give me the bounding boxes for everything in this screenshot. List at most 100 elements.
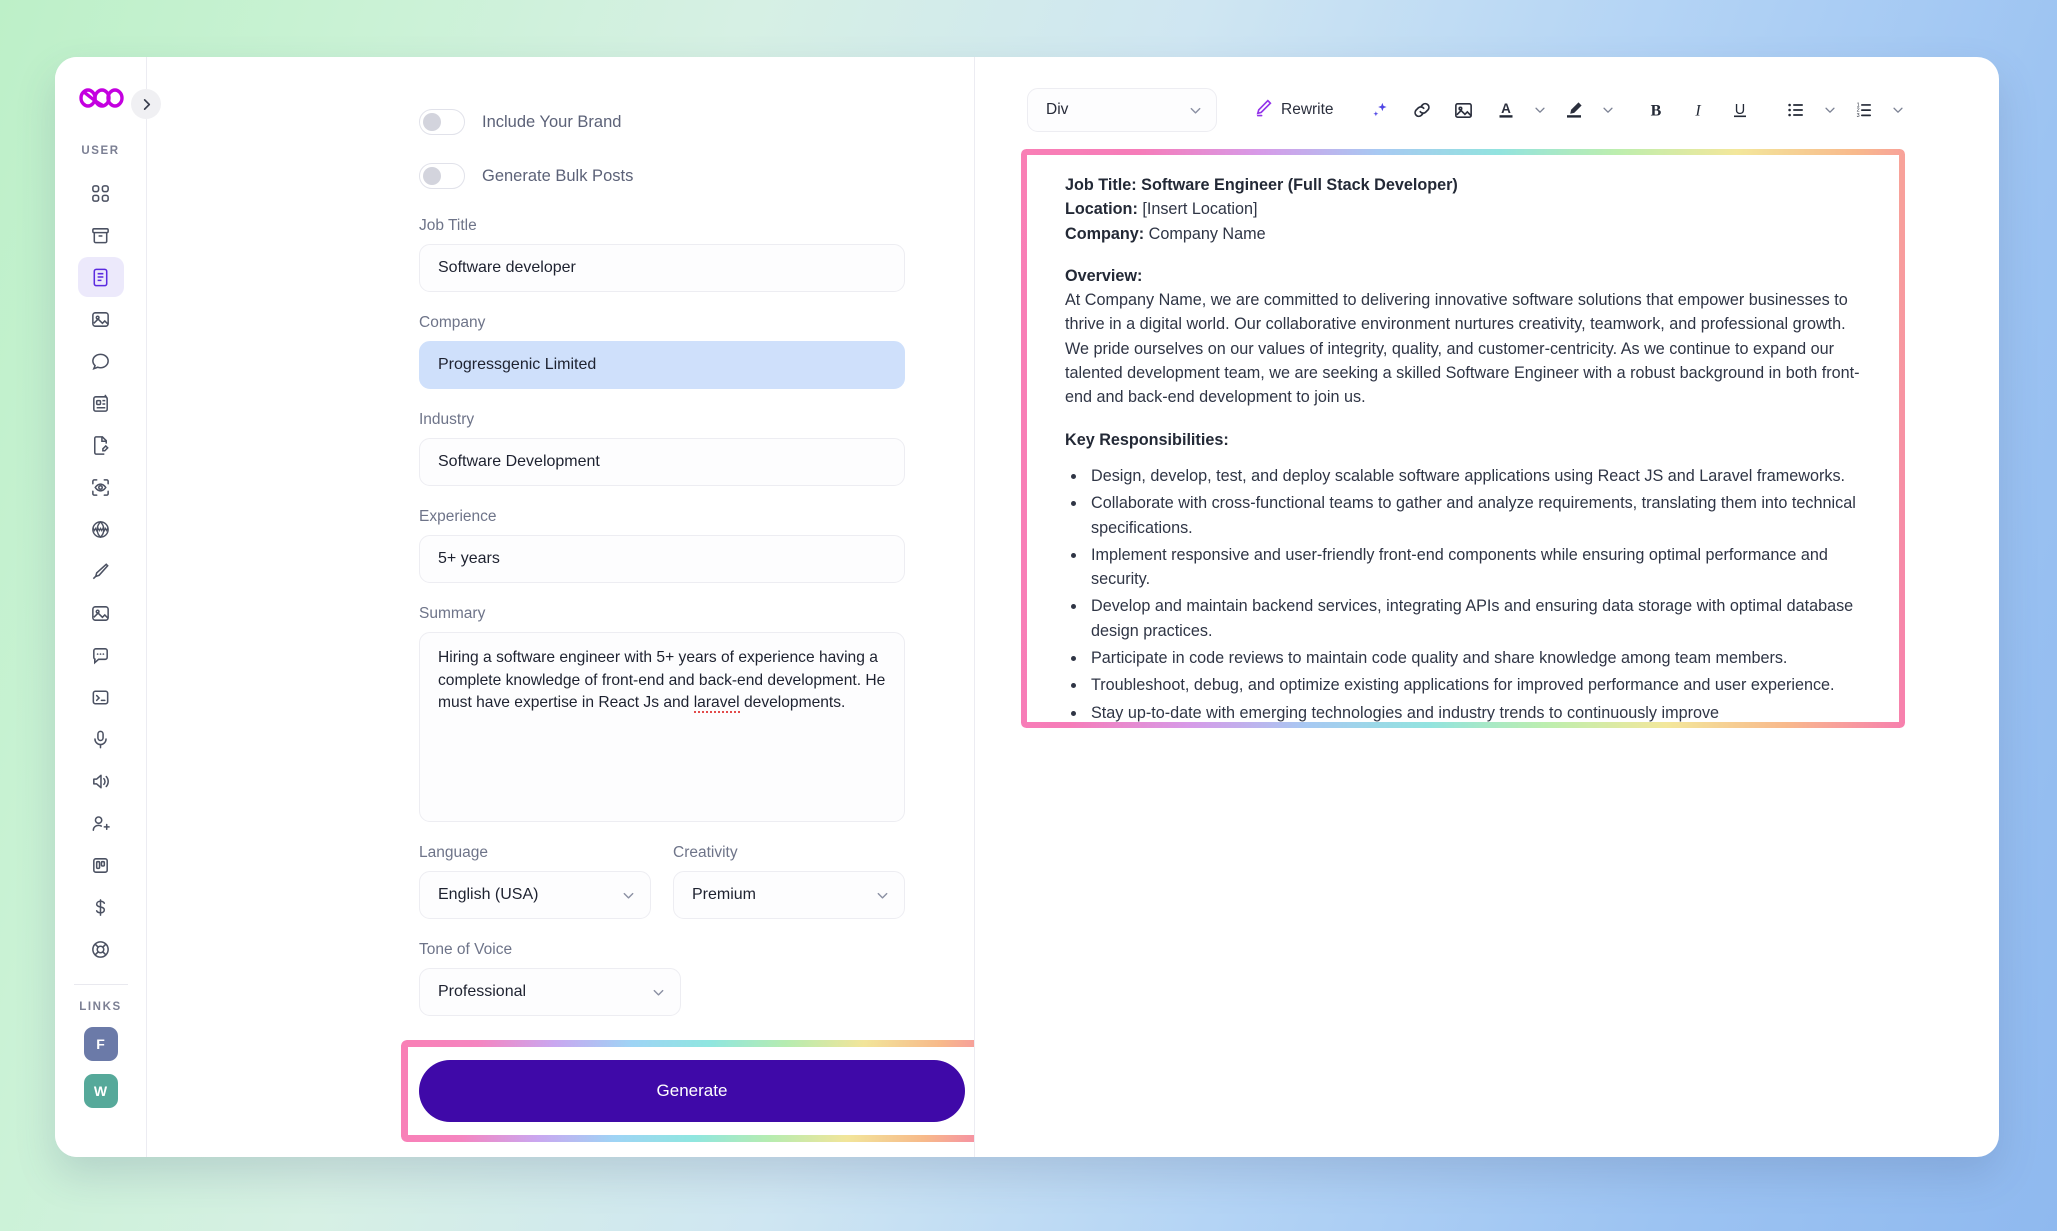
bulk-posts-toggle[interactable] [419,163,465,189]
doc-overview-heading: Overview: [1065,264,1869,288]
company-input[interactable] [419,341,905,389]
doc-company-label: Company: [1065,224,1145,243]
svg-text:WWW: WWW [93,527,109,533]
sidebar-item-templates[interactable] [78,383,124,423]
svg-text:B: B [1650,103,1661,120]
chat-bubble-icon [92,353,109,370]
chevron-down-icon [621,888,636,903]
numbered-list-icon[interactable]: 1 2 3 [1846,90,1882,130]
sidebar-collapse-button[interactable] [131,89,161,119]
block-type-select[interactable]: Div [1027,88,1217,132]
sidebar-item-code[interactable] [78,677,124,717]
industry-input[interactable] [419,438,905,486]
experience-input[interactable] [419,535,905,583]
chevron-down-icon[interactable] [1530,90,1550,130]
language-select[interactable]: English (USA) [419,871,651,919]
doc-location-label: Location: [1065,200,1138,219]
generate-button[interactable]: Generate [419,1060,965,1122]
job-title-label: Job Title [419,217,477,234]
creativity-label: Creativity [673,844,738,861]
sidebar-item-design[interactable] [78,551,124,591]
summary-textarea[interactable]: Hiring a software engineer with 5+ years… [419,632,905,822]
bold-icon[interactable]: B [1638,90,1674,130]
sidebar-item-support[interactable] [78,929,124,969]
include-brand-toggle[interactable] [419,109,465,135]
job-title-input[interactable] [419,244,905,292]
doc-company-value: Company Name [1148,224,1266,243]
www-globe-icon: WWW [92,520,109,538]
document-text-icon [93,268,108,286]
lifebuoy-icon [92,940,109,958]
image-icon [92,311,109,327]
generated-document[interactable]: Job Title: Software Engineer (Full Stack… [1027,155,1899,722]
underline-icon[interactable]: U [1722,90,1758,130]
sidebar-item-archive[interactable] [78,215,124,255]
sidebar-item-audio[interactable] [78,761,124,801]
file-pencil-icon [94,435,109,455]
sidebar-item-billing[interactable] [78,887,124,927]
sidebar-item-comments[interactable] [78,635,124,675]
include-brand-label: Include Your Brand [482,112,622,131]
bulk-posts-label: Generate Bulk Posts [482,166,634,185]
language-group: Language English (USA) [419,844,651,919]
company-group: Company [419,314,905,389]
sidebar-item-vision[interactable] [78,467,124,507]
sidebar-item-gallery[interactable] [78,593,124,633]
summary-label: Summary [419,605,486,622]
chevron-down-icon [1188,103,1203,118]
doc-location-value: [Insert Location] [1142,200,1258,219]
dollar-icon [95,898,106,916]
sidebar-item-images[interactable] [78,299,124,339]
link-icon[interactable] [1404,90,1440,130]
image-icon[interactable] [1446,90,1482,130]
sidebar-item-voice[interactable] [78,719,124,759]
sidebar-item-invite[interactable] [78,803,124,843]
toggle-knob [423,113,441,131]
creativity-select[interactable]: Premium [673,871,905,919]
text-color-icon[interactable]: A [1488,90,1524,130]
doc-company-line: Company: Company Name [1065,222,1869,246]
chevron-down-icon[interactable] [1820,90,1840,130]
doc-job-title-label: Job Title: [1065,176,1137,194]
sidebar-item-board[interactable] [78,845,124,885]
sidebar-item-editor[interactable] [78,425,124,465]
doc-job-title-line: Job Title: Software Engineer (Full Stack… [1065,173,1869,197]
chevron-down-icon [651,985,666,1000]
chevron-down-icon[interactable] [1598,90,1618,130]
file-card-icon [93,394,108,412]
tone-select[interactable]: Professional [419,968,681,1016]
toggle-knob [423,167,441,185]
svg-text:I: I [1694,103,1701,120]
sidebar-link-letter: W [93,1083,108,1099]
job-title-group: Job Title [419,217,905,292]
sidebar-link-facebook[interactable]: F [83,1027,118,1061]
bullet-list-icon[interactable] [1778,90,1814,130]
list-item: Troubleshoot, debug, and optimize existi… [1087,673,1869,697]
list-item: Implement responsive and user-friendly f… [1087,543,1869,592]
doc-responsibilities-list: Design, develop, test, and deploy scalab… [1087,464,1869,722]
rewrite-pencil-icon [1253,97,1274,123]
app-window: USER WWW LINKS F W Include Your Brand Ge… [55,57,1999,1157]
doc-responsibilities-heading: Key Responsibilities: [1065,428,1869,452]
tone-group: Tone of Voice Professional [419,941,681,1016]
chevron-down-icon[interactable] [1888,90,1908,130]
archive-box-icon [92,227,109,243]
grid-icon [92,184,109,202]
list-item: Stay up-to-date with emerging technologi… [1087,701,1869,722]
language-label: Language [419,844,488,861]
ai-sparkle-icon[interactable] [1362,90,1398,130]
italic-icon[interactable]: I [1680,90,1716,130]
highlight-color-icon[interactable] [1556,90,1592,130]
rewrite-button[interactable]: Rewrite [1245,90,1342,130]
sidebar-item-documents[interactable] [77,257,124,297]
summary-misspelled-word: laravel [693,694,740,714]
sidebar-link-whatsapp[interactable]: W [83,1074,118,1108]
sidebar-item-web[interactable]: WWW [78,509,124,549]
industry-label: Industry [419,411,475,428]
sidebar-item-chat[interactable] [78,341,124,381]
language-value: English (USA) [438,886,539,903]
brand-logo-icon[interactable] [75,81,127,115]
sidebar-item-dashboard[interactable] [78,173,124,213]
sidebar-divider [73,984,128,985]
sidebar: USER WWW LINKS F W [55,57,161,1157]
